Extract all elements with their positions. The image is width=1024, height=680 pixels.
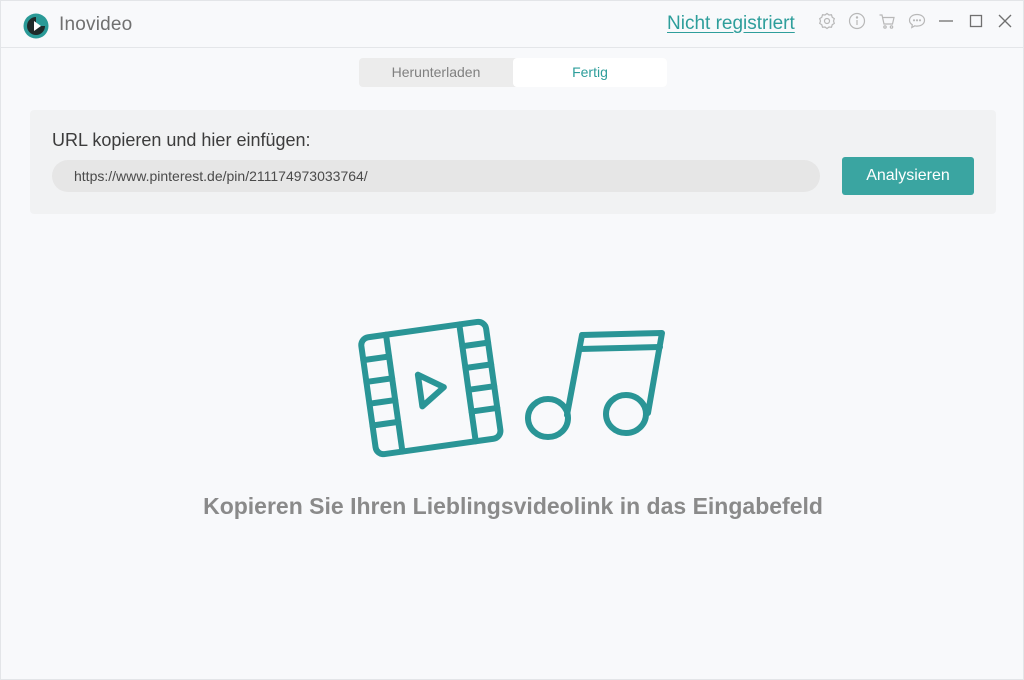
tab-finished[interactable]: Fertig — [513, 58, 667, 87]
cart-icon[interactable] — [877, 11, 897, 31]
tab-bar: Herunterladen Fertig — [359, 58, 667, 87]
url-label: URL kopieren und hier einfügen: — [52, 130, 311, 150]
close-icon[interactable] — [995, 11, 1015, 31]
title-bar[interactable]: Inovideo Nicht registriert — [1, 1, 1023, 48]
tab-download[interactable]: Herunterladen — [359, 58, 513, 87]
video-music-illustration-icon — [358, 318, 665, 458]
url-panel: URL kopieren und hier einfügen: Analysie… — [30, 110, 996, 214]
empty-state-message: Kopieren Sie Ihren Lieblingsvideolink in… — [203, 493, 823, 519]
url-input[interactable] — [52, 160, 820, 192]
info-icon[interactable] — [847, 11, 867, 31]
minimize-icon[interactable] — [936, 11, 956, 31]
feedback-icon[interactable] — [907, 11, 927, 31]
maximize-icon[interactable] — [966, 11, 986, 31]
analyze-button[interactable]: Analysieren — [842, 157, 974, 195]
settings-icon[interactable] — [817, 11, 837, 31]
app-title: Inovideo — [59, 14, 133, 35]
app-window: Inovideo Nicht registriert Herunterladen… — [0, 0, 1024, 680]
not-registered-link[interactable]: Nicht registriert — [667, 13, 795, 35]
app-logo-icon — [23, 13, 49, 39]
